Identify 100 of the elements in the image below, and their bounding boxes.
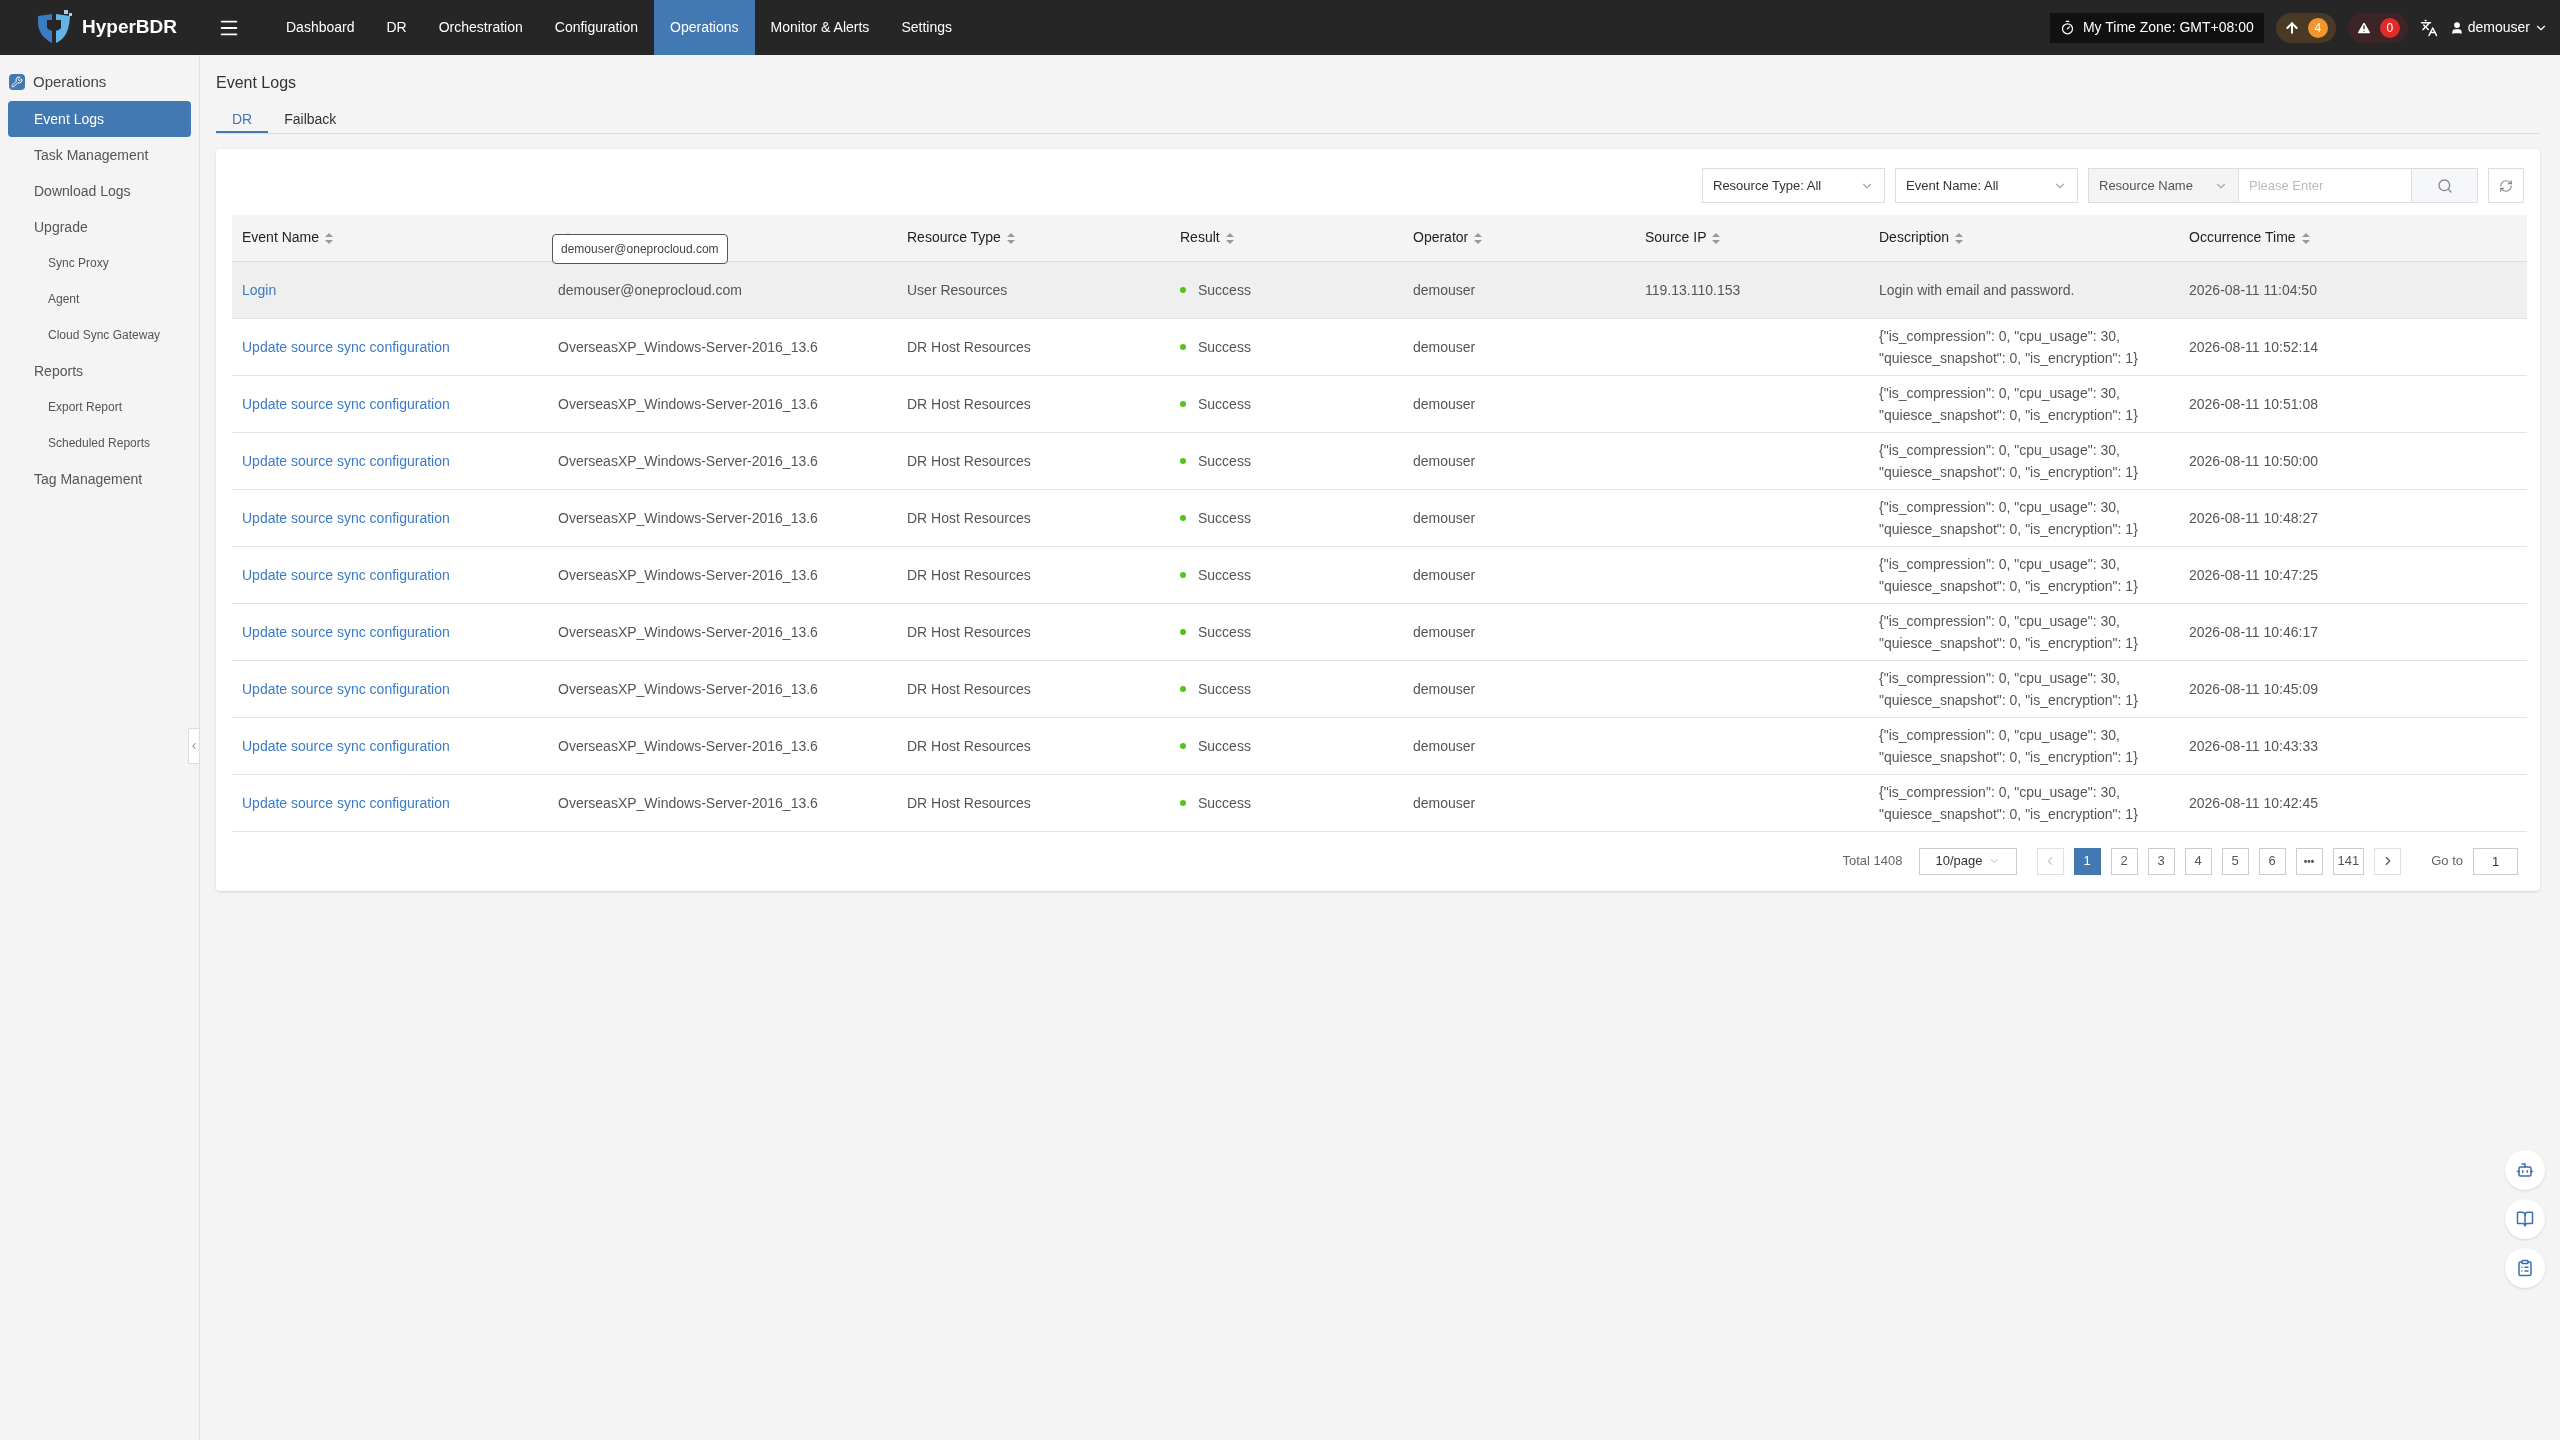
sidebar-item[interactable]: Reports [8,353,191,389]
page-button[interactable]: 5 [2221,847,2249,875]
table-cell: 2026-08-11 10:42:45 [2189,794,2318,811]
sidebar-item[interactable]: Upgrade [8,209,191,245]
column-header[interactable]: Operator [1403,215,1635,261]
result-text: Success [1198,793,1251,813]
event-name-link[interactable]: Update source sync configuration [242,566,450,583]
table-cell: OverseasXP_Windows-Server-2016_13.6 [558,395,818,412]
sidebar-item[interactable]: Download Logs [8,173,191,209]
nav-tab[interactable]: Dashboard [270,0,371,55]
table-cell: {"is_compression": 0, "cpu_usage": 30, "quiesce_snapshot": 0, "is_encryption": 1} [1879,612,2138,651]
table-cell: DR Host Resources [907,338,1031,355]
nav-tab[interactable]: DR [370,0,423,55]
nav-tab[interactable]: Operations [654,0,755,55]
table-cell: DR Host Resources [907,395,1031,412]
table-cell: OverseasXP_Windows-Server-2016_13.6 [558,452,818,469]
count-badge: 4 [2307,17,2328,38]
result-text: Success [1198,280,1251,300]
translate-icon[interactable] [2419,18,2438,37]
sidebar-item[interactable]: Agent [8,281,191,317]
page-button[interactable]: 1 [2073,847,2101,875]
column-header[interactable]: Occurrence Time [2179,215,2527,261]
tab[interactable]: Failback [268,107,353,133]
event-name-link[interactable]: Update source sync configuration [242,452,450,469]
sidebar-item[interactable]: Sync Proxy [8,245,191,281]
page-title: Event Logs [216,73,298,93]
nav-tab[interactable]: Settings [885,0,968,55]
refresh-button[interactable] [2488,168,2524,203]
event-name-link[interactable]: Update source sync configuration [242,623,450,640]
goto-field[interactable]: 1 [2473,847,2518,875]
table-cell: {"is_compression": 0, "cpu_usage": 30, "quiesce_snapshot": 0, "is_encryption": 1} [1879,783,2138,822]
table-cell: OverseasXP_Windows-Server-2016_13.6 [558,509,818,526]
app-name: HyperBDR [82,15,178,40]
sidebar-item[interactable]: Export Report [8,389,191,425]
user-menu[interactable]: demouser [2449,17,2548,38]
event-name-link[interactable]: Update source sync configuration [242,509,450,526]
page-button[interactable]: 3 [2147,847,2175,875]
tab[interactable]: DR [216,107,269,133]
page-button[interactable]: 2 [2110,847,2138,875]
alert-button[interactable]: 0 [2347,12,2408,43]
event-name-link[interactable]: Update source sync configuration [242,737,450,754]
table-cell: 2026-08-11 10:45:09 [2189,680,2318,697]
search-button[interactable] [2411,168,2478,203]
event-name-link[interactable]: Update source sync configuration [242,794,450,811]
result-text: Success [1198,679,1251,699]
column-header[interactable]: Description [1869,215,2179,261]
column-header[interactable]: Result [1170,215,1403,261]
table-cell: DR Host Resources [907,452,1031,469]
event-name-dropdown[interactable]: Event Name: All [1895,168,2078,203]
table-cell: 2026-08-11 10:43:33 [2189,737,2318,754]
sidebar-item[interactable]: Event Logs [8,101,191,137]
table-cell: {"is_compression": 0, "cpu_usage": 30, "quiesce_snapshot": 0, "is_encryption": 1} [1879,726,2138,765]
nav-tab[interactable]: Monitor & Alerts [754,0,886,55]
table-cell: OverseasXP_Windows-Server-2016_13.6 [558,737,818,754]
collapse-handle[interactable] [188,728,200,764]
result-text: Success [1198,451,1251,471]
search-scope-dropdown[interactable]: Resource Name [2088,168,2239,203]
nav-tab[interactable]: Orchestration [422,0,539,55]
event-name-link[interactable]: Update source sync configuration [242,680,450,697]
timezone-button[interactable]: My Time Zone: GMT+08:00 [2049,12,2264,43]
sidebar-item[interactable]: Cloud Sync Gateway [8,317,191,353]
result-text: Success [1198,565,1251,585]
page-button[interactable]: 6 [2258,847,2286,875]
table-cell: {"is_compression": 0, "cpu_usage": 30, "quiesce_snapshot": 0, "is_encryption": 1} [1879,384,2138,423]
page-size-dropdown[interactable]: 10/page [1918,847,2017,875]
result-text: Success [1198,508,1251,528]
table-cell: DR Host Resources [907,794,1031,811]
table-cell: DR Host Resources [907,623,1031,640]
column-header[interactable]: Source IP [1635,215,1869,261]
sidebar-item[interactable]: Task Management [8,137,191,173]
sidebar-item[interactable]: Scheduled Reports [8,425,191,461]
table-cell: demouser [1413,395,1476,412]
next-page-button[interactable] [2374,847,2402,875]
resource-type-dropdown[interactable]: Resource Type: All [1702,168,1885,203]
book-button[interactable] [2505,1199,2545,1239]
column-header[interactable]: Resource Type [897,215,1170,261]
column-header[interactable]: Event Name [232,215,548,261]
event-name-link[interactable]: Update source sync configuration [242,395,450,412]
clipboard-button[interactable] [2505,1248,2545,1288]
nav-tab[interactable]: Configuration [538,0,655,55]
page-button[interactable]: 4 [2184,847,2212,875]
table-cell: 2026-08-11 10:52:14 [2189,338,2318,355]
table-cell: demouser [1413,338,1476,355]
event-name-link[interactable]: Login [242,281,277,298]
previous-page-button[interactable] [2036,847,2064,875]
event-name-link[interactable]: Update source sync configuration [242,338,450,355]
table-cell: demouser [1413,566,1476,583]
robot-button[interactable] [2505,1150,2545,1190]
table-cell: OverseasXP_Windows-Server-2016_13.6 [558,680,818,697]
table-cell: 119.13.110.153 [1645,281,1741,298]
table-cell: 2026-08-11 10:48:27 [2189,509,2318,526]
search-field[interactable]: Please Enter [2239,168,2411,203]
table-cell: demouser [1413,509,1476,526]
sidebar-item[interactable]: Tag Management [8,461,191,497]
table-cell: demouser [1413,623,1476,640]
table-cell: 2026-08-11 10:47:25 [2189,566,2318,583]
robot-icon [2516,1161,2534,1179]
page-button[interactable]: 141 [2332,847,2365,875]
count-badge: 0 [2379,17,2400,38]
more-pages-button[interactable]: ••• [2295,847,2323,875]
